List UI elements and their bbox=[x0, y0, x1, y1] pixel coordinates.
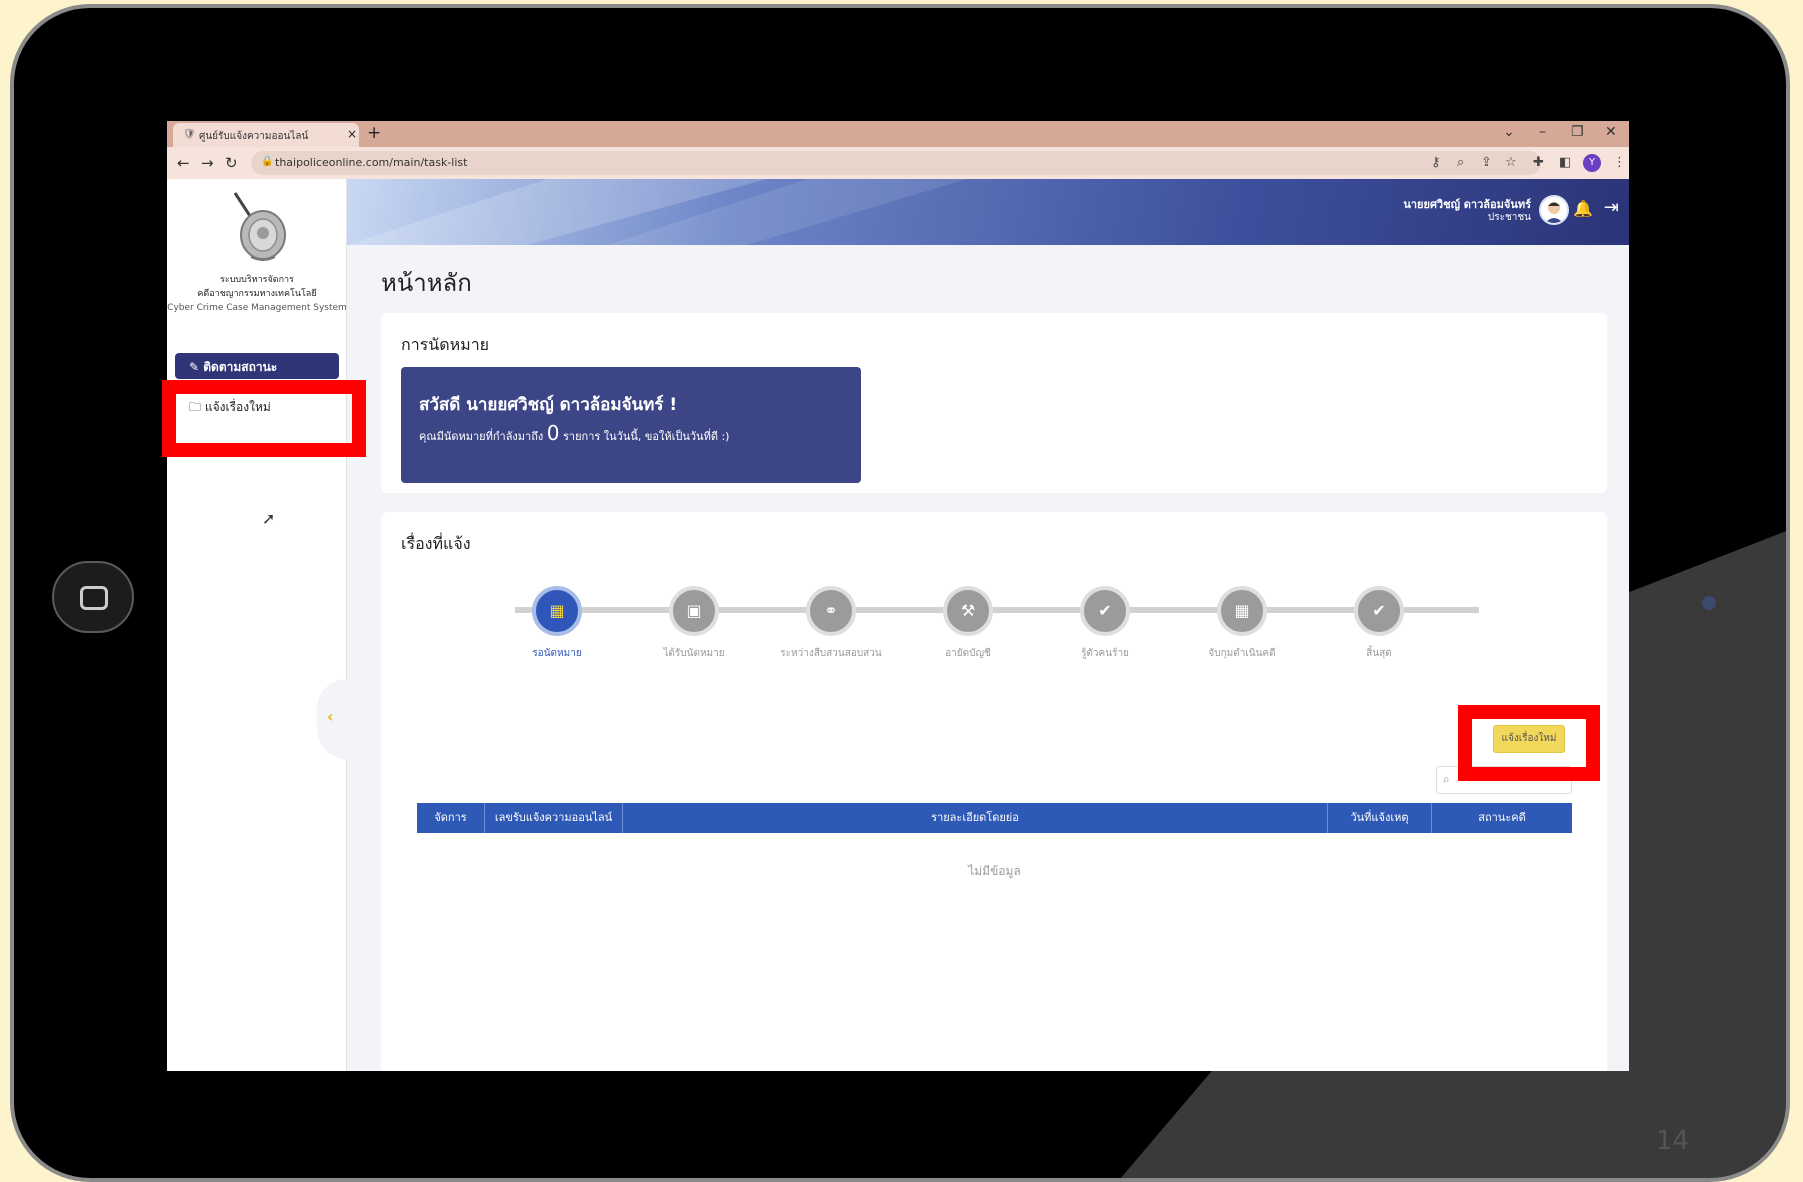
reload-icon[interactable]: ↻ bbox=[225, 154, 238, 172]
column-header[interactable]: เลขรับแจ้งความออนไลน์ bbox=[485, 803, 623, 833]
bell-icon[interactable]: 🔔 bbox=[1573, 199, 1593, 218]
welcome-message-prefix: คุณมีนัดหมายที่กำลังมาถึง bbox=[419, 430, 544, 443]
appointments-card: การนัดหมาย สวัสดี นายยศวิชญ์ ดาวล้อมจันท… bbox=[381, 313, 1607, 493]
key-icon[interactable]: ⚷ bbox=[1431, 155, 1441, 170]
url-text: thaipoliceonline.com/main/task-list bbox=[275, 156, 468, 169]
column-header[interactable]: รายละเอียดโดยย่อ bbox=[623, 803, 1328, 833]
tab-bar: 🛡 ศูนย์รับแจ้งความออนไลน์ × + ⌄ – ❐ ✕ bbox=[167, 121, 1629, 147]
home-icon bbox=[80, 586, 108, 610]
camera-icon bbox=[1702, 596, 1716, 610]
browser-tab[interactable]: 🛡 ศูนย์รับแจ้งความออนไลน์ × bbox=[173, 123, 359, 147]
step-label: ได้รับนัดหมาย bbox=[663, 648, 725, 659]
bookmark-star-icon[interactable]: ☆ bbox=[1505, 155, 1517, 170]
extensions-icon[interactable]: ✚ bbox=[1533, 155, 1544, 170]
step-label: ระหว่างสืบสวนสอบสวน bbox=[780, 648, 882, 659]
url-field[interactable]: 🔒 thaipoliceonline.com/main/task-list bbox=[251, 151, 1541, 175]
address-bar: ← → ↻ 🔒 thaipoliceonline.com/main/task-l… bbox=[167, 147, 1629, 179]
step-suspect-identified[interactable]: ✔ รู้ตัวคนร้าย bbox=[1035, 586, 1175, 661]
mouse-cursor-icon: ➚ bbox=[262, 509, 276, 528]
tab-close-icon[interactable]: × bbox=[347, 127, 357, 141]
top-header: นายยศวิชญ์ ดาวล้อมจันทร์ ประชาชน 🔔 ⇥ bbox=[347, 179, 1629, 245]
welcome-message-suffix: รายการ ในวันนี้, ขอให้เป็นวันที่ดี :) bbox=[563, 430, 730, 443]
welcome-banner: สวัสดี นายยศวิชญ์ ดาวล้อมจันทร์ ! คุณมีน… bbox=[401, 367, 861, 483]
page-title: หน้าหลัก bbox=[381, 269, 472, 297]
menu-kebab-icon[interactable]: ⋮ bbox=[1613, 155, 1626, 170]
reports-table-header: จัดการ เลขรับแจ้งความออนไลน์ รายละเอียดโ… bbox=[417, 803, 1572, 833]
side-panel-icon[interactable]: ◧ bbox=[1559, 155, 1571, 170]
chevron-left-icon: ‹ bbox=[327, 707, 334, 726]
minimize-icon[interactable]: – bbox=[1539, 124, 1546, 140]
tab-title: ศูนย์รับแจ้งความออนไลน์ bbox=[199, 131, 309, 142]
edit-icon: ✎ bbox=[189, 360, 200, 374]
police-logo bbox=[233, 192, 286, 261]
step-appointment-received[interactable]: ▣ ได้รับนัดหมาย bbox=[624, 586, 764, 661]
share-icon[interactable]: ⇪ bbox=[1481, 155, 1492, 170]
search-icon: ⌕ bbox=[1443, 772, 1450, 786]
step-label: อายัดบัญชี bbox=[945, 648, 991, 659]
column-header[interactable]: สถานะคดี bbox=[1432, 803, 1572, 833]
highlight-box-sidebar-new-report bbox=[162, 380, 366, 457]
system-name-line1: ระบบบริหารจัดการ bbox=[220, 275, 294, 285]
step-investigating[interactable]: ⚭ ระหว่างสืบสวนสอบสวน bbox=[761, 586, 901, 661]
step-account-frozen[interactable]: ⚒ อายัดบัญชี bbox=[898, 586, 1038, 661]
calendar-icon: ▦ bbox=[1217, 586, 1267, 636]
reports-card: เรื่องที่แจ้ง ▦ รอนัดหมาย ▣ ได้รับนัดหมา… bbox=[381, 512, 1607, 1071]
avatar-face-icon bbox=[1545, 202, 1563, 223]
step-label: รู้ตัวคนร้าย bbox=[1081, 648, 1129, 659]
sidebar-item-track-status[interactable]: ✎ ติดตามสถานะ bbox=[175, 353, 339, 379]
home-button[interactable] bbox=[52, 561, 134, 633]
gavel-icon: ⚒ bbox=[943, 586, 993, 636]
reports-title: เรื่องที่แจ้ง bbox=[401, 534, 471, 553]
restore-icon[interactable]: ❐ bbox=[1571, 124, 1584, 140]
avatar[interactable] bbox=[1539, 195, 1569, 225]
step-label: จับกุมดำเนินคดี bbox=[1208, 648, 1276, 659]
briefcase-icon: ▣ bbox=[669, 586, 719, 636]
sidebar: ระบบบริหารจัดการ คดีอาชญากรรมทางเทคโนโลย… bbox=[167, 179, 347, 1071]
handshake-icon: ⚭ bbox=[806, 586, 856, 636]
close-window-icon[interactable]: ✕ bbox=[1605, 124, 1617, 140]
welcome-message: คุณมีนัดหมายที่กำลังมาถึง 0 รายการ ในวัน… bbox=[419, 421, 729, 445]
profile-avatar[interactable]: Y bbox=[1583, 154, 1601, 172]
slide-number: 14 bbox=[1656, 1126, 1690, 1156]
system-name-english: Cyber Crime Case Management System bbox=[167, 303, 347, 313]
system-name: ระบบบริหารจัดการ คดีอาชญากรรมทางเทคโนโลย… bbox=[167, 273, 347, 315]
step-label: รอนัดหมาย bbox=[532, 648, 582, 659]
calendar-icon: ▦ bbox=[532, 586, 582, 636]
column-header[interactable]: จัดการ bbox=[417, 803, 485, 833]
zoom-icon[interactable]: ⌕ bbox=[1457, 155, 1464, 170]
sidebar-item-label: ติดตามสถานะ bbox=[203, 360, 278, 374]
check-circle-icon: ✔ bbox=[1080, 586, 1130, 636]
new-tab-button[interactable]: + bbox=[367, 123, 381, 143]
step-arrest-prosecution[interactable]: ▦ จับกุมดำเนินคดี bbox=[1172, 586, 1312, 661]
check-circle-icon: ✔ bbox=[1354, 586, 1404, 636]
browser-window: 🛡 ศูนย์รับแจ้งความออนไลน์ × + ⌄ – ❐ ✕ ← … bbox=[167, 121, 1629, 1071]
lock-icon: 🔒 bbox=[261, 156, 274, 167]
appointments-title: การนัดหมาย bbox=[401, 335, 490, 354]
step-label: สิ้นสุด bbox=[1366, 648, 1392, 659]
sidebar-collapse-button[interactable]: ‹ bbox=[317, 679, 347, 759]
system-name-line2: คดีอาชญากรรมทางเทคโนโลยี bbox=[197, 289, 317, 299]
favicon-icon: 🛡 bbox=[183, 129, 196, 140]
tab-search-icon[interactable]: ⌄ bbox=[1503, 124, 1515, 140]
empty-table-message: ไม่มีข้อมูล bbox=[968, 864, 1021, 878]
highlight-box-new-report-button bbox=[1458, 705, 1600, 781]
forward-icon[interactable]: → bbox=[201, 154, 214, 172]
user-role: ประชาชน bbox=[1487, 212, 1531, 223]
logout-icon[interactable]: ⇥ bbox=[1604, 197, 1619, 218]
step-waiting-appointment[interactable]: ▦ รอนัดหมาย bbox=[487, 586, 627, 661]
header-pattern bbox=[347, 179, 967, 245]
column-header[interactable]: วันที่แจ้งเหตุ bbox=[1328, 803, 1432, 833]
back-icon[interactable]: ← bbox=[177, 154, 190, 172]
appointment-count: 0 bbox=[546, 421, 560, 445]
step-closed[interactable]: ✔ สิ้นสุด bbox=[1309, 586, 1449, 661]
welcome-greeting: สวัสดี นายยศวิชญ์ ดาวล้อมจันทร์ ! bbox=[419, 395, 678, 415]
